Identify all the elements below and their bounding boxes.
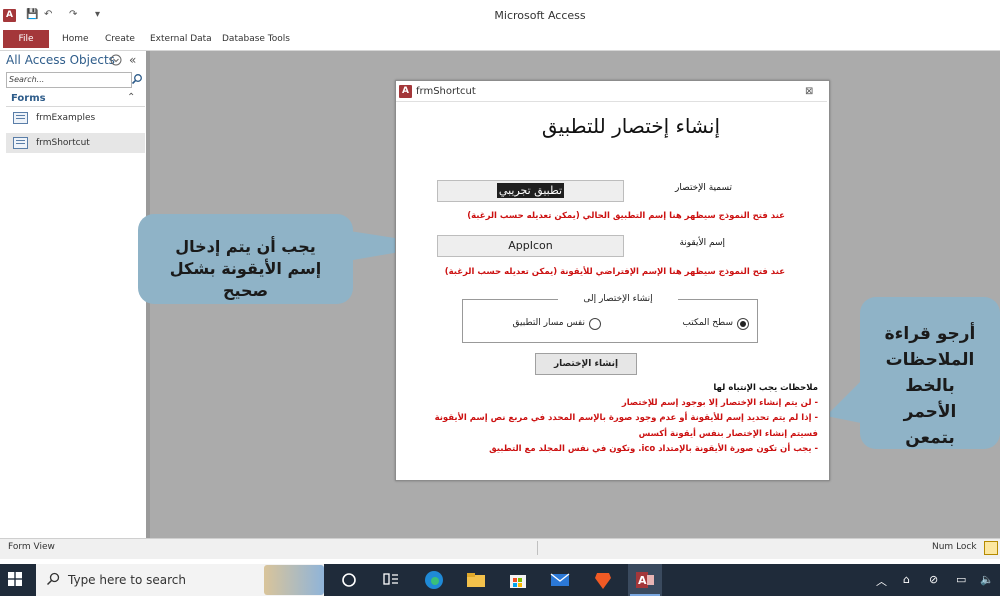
brave-browser-icon[interactable] — [593, 570, 613, 590]
shortcut-name-input[interactable]: تطبيق تجريبي — [437, 180, 624, 202]
icon-name-input[interactable]: AppIcon — [437, 235, 624, 257]
desktop-option-label: سطح المكتب — [682, 318, 733, 328]
access-app-icon[interactable]: A — [635, 570, 655, 590]
callout-icon-name: يجب أن يتم إدخال إسم الأيقونة بشكل صحيح — [138, 214, 353, 304]
taskbar-search-placeholder: Type here to search — [68, 573, 186, 587]
app-path-option-label: نفس مسار التطبيق — [512, 318, 585, 328]
search-icon — [46, 572, 60, 589]
shortcut-target-group-title: إنشاء الإختصار إلى — [558, 294, 678, 304]
file-explorer-icon[interactable] — [466, 570, 486, 590]
edge-browser-icon[interactable] — [424, 570, 444, 590]
shortcut-note: عند فتح النموذج سيظهر هنا إسم التطبيق ال… — [467, 211, 785, 221]
search-highlight-image — [264, 565, 324, 595]
nav-pane-header[interactable]: All Access Objects — [6, 53, 115, 67]
window-title: Microsoft Access — [494, 9, 586, 22]
status-num-lock: Num Lock — [932, 542, 977, 552]
customize-quick-access-icon[interactable]: ▾ — [95, 9, 100, 20]
nav-item-label: frmShortcut — [36, 138, 90, 148]
app-path-radio[interactable] — [589, 318, 601, 330]
search-icon[interactable] — [131, 73, 143, 85]
windows-start-icon[interactable] — [8, 572, 22, 586]
shortcut-name-value: تطبيق تجريبي — [496, 183, 565, 198]
nav-search-input[interactable]: Search... — [6, 72, 132, 88]
shortcut-name-label: تسمية الإختصار — [675, 183, 732, 193]
icon-note: عند فتح النموذج سيظهر هنا الإسم الإفتراض… — [444, 267, 785, 277]
note-line-4: - يجب أن تكون صورة الأيقونة بالإمتداد ic… — [489, 444, 818, 454]
forms-group-label: Forms — [11, 93, 46, 104]
form-icon — [13, 137, 28, 149]
network-disconnected-icon[interactable]: ⊘ — [929, 573, 938, 586]
save-icon[interactable]: 💾 — [26, 9, 38, 20]
display-icon[interactable]: ▭ — [956, 573, 966, 586]
create-shortcut-button[interactable]: إنشاء الإختصار — [535, 353, 637, 375]
collapse-pane-icon[interactable]: « — [129, 53, 136, 67]
undo-icon[interactable]: ↶ — [44, 9, 52, 20]
device-icon[interactable]: ⌂ — [903, 573, 910, 586]
tab-home[interactable]: Home — [62, 34, 89, 44]
note-line-3: فسيتم إنشاء الإختصار بنفس أيقونة أكسس — [638, 429, 818, 439]
tab-create[interactable]: Create — [105, 34, 135, 44]
form-view-icon[interactable] — [984, 541, 998, 555]
tab-database-tools[interactable]: Database Tools — [222, 34, 290, 44]
show-hidden-icons-chevron-icon[interactable]: ︿ — [876, 573, 887, 589]
note-line-2: - إذا لم يتم تحديد إسم للأيقونة أو عدم و… — [434, 413, 818, 423]
desktop-radio[interactable] — [737, 318, 749, 330]
nav-item-label: frmExamples — [36, 113, 96, 123]
redo-icon[interactable]: ↷ — [69, 9, 77, 20]
widgets-icon[interactable] — [382, 570, 402, 590]
access-logo-icon: A — [3, 9, 16, 22]
status-form-view: Form View — [8, 542, 55, 552]
form-window-title: frmShortcut — [416, 86, 476, 97]
icon-name-label: إسم الأيقونة — [679, 238, 725, 248]
status-divider — [537, 541, 538, 555]
status-bar — [0, 538, 1000, 559]
notes-title: ملاحظات يجب الإنتباه لها — [713, 383, 818, 393]
note-line-1: - لن يتم إنشاء الإختصار إلا بوجود إسم لل… — [621, 398, 818, 408]
store-icon[interactable] — [508, 570, 528, 590]
form-heading: إنشاء إختصار للتطبيق — [541, 114, 720, 138]
nav-menu-chevron-icon[interactable] — [110, 54, 122, 69]
callout-read-notes: أرجو قراءة الملاحظات بالخط الأحمر بتمعن — [860, 297, 1000, 449]
svg-text:A: A — [638, 574, 647, 587]
tab-file[interactable]: File — [3, 30, 49, 48]
task-view-icon[interactable] — [340, 570, 360, 590]
volume-icon[interactable]: 🔈 — [980, 573, 994, 586]
form-icon — [13, 112, 28, 124]
access-form-icon: A — [399, 85, 412, 98]
mail-icon[interactable] — [550, 570, 570, 590]
close-icon[interactable]: ⊠ — [805, 86, 813, 97]
chevron-up-icon[interactable]: ⌃ — [127, 92, 135, 103]
tab-external-data[interactable]: External Data — [150, 34, 212, 44]
